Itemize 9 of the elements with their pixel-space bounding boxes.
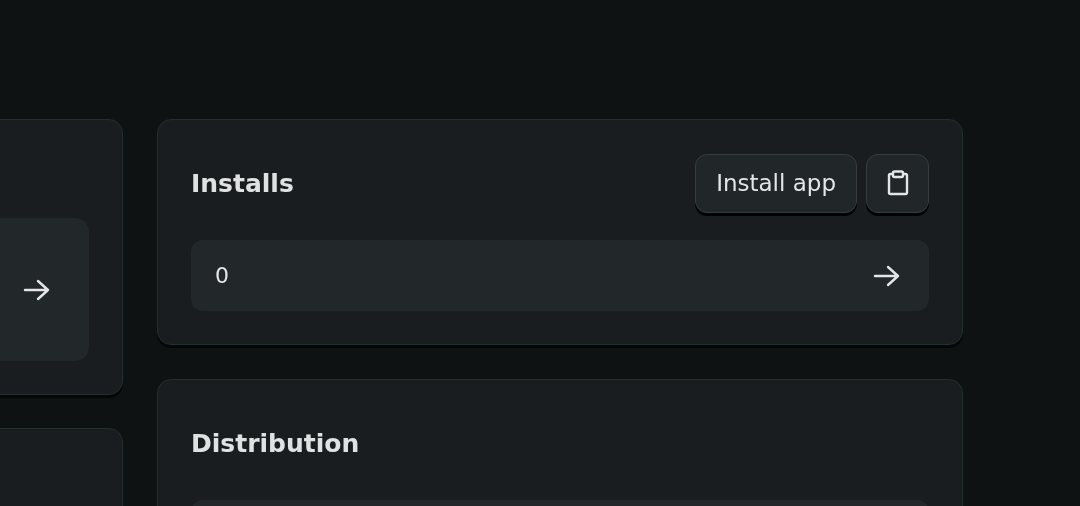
card-title: Installs (191, 168, 294, 198)
install-button[interactable]: Install app (695, 153, 857, 213)
copy-button[interactable] (866, 153, 929, 213)
arrow-icon (23, 277, 51, 302)
value-text: 0 (215, 263, 229, 288)
value-row[interactable]: 0 (191, 240, 929, 311)
card-title: Distribution (191, 428, 360, 458)
clipboard-icon (885, 169, 910, 197)
arrow-icon (873, 263, 901, 288)
